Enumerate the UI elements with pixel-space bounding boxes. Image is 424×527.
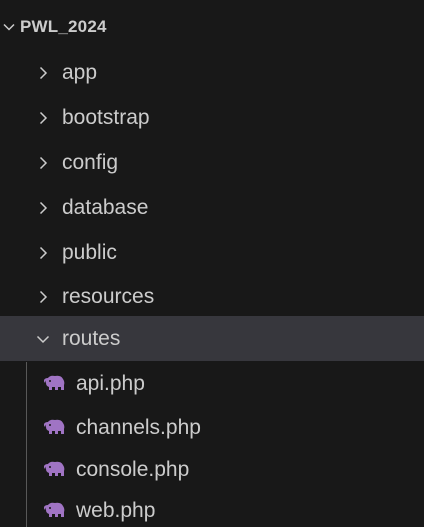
file-label: channels.php [76,415,201,439]
folder-label: config [62,150,119,174]
chevron-right-icon [32,242,54,264]
php-elephant-icon [42,417,68,439]
chevron-right-icon [32,107,54,129]
folder-resources[interactable]: resources [0,274,424,319]
chevron-right-icon [32,62,54,84]
folder-label: resources [62,284,155,308]
file-label: web.php [76,498,156,522]
file-label: console.php [76,457,190,481]
chevron-down-icon [32,328,54,350]
php-elephant-icon [42,373,68,395]
folder-routes[interactable]: routes [0,316,424,361]
chevron-right-icon [32,286,54,308]
folder-config[interactable]: config [0,140,424,185]
folder-label: database [62,195,149,219]
file-explorer: PWL_2024 app bootstrap config database p… [0,0,424,527]
root-folder-label: PWL_2024 [20,17,107,36]
folder-label: app [62,60,98,84]
file-web-php[interactable]: web.php [0,488,424,527]
folder-label: routes [62,326,121,350]
folder-app[interactable]: app [0,50,424,95]
chevron-right-icon [32,152,54,174]
chevron-right-icon [32,197,54,219]
folder-database[interactable]: database [0,185,424,230]
file-label: api.php [76,371,145,395]
explorer-root-folder[interactable]: PWL_2024 [0,5,424,49]
folder-bootstrap[interactable]: bootstrap [0,95,424,140]
folder-label: public [62,240,117,264]
php-elephant-icon [42,459,68,481]
folder-label: bootstrap [62,105,150,129]
file-channels-php[interactable]: channels.php [0,405,424,450]
php-elephant-icon [42,500,68,522]
folder-public[interactable]: public [0,230,424,275]
file-api-php[interactable]: api.php [0,361,424,406]
chevron-down-icon [0,16,18,38]
file-console-php[interactable]: console.php [0,447,424,492]
